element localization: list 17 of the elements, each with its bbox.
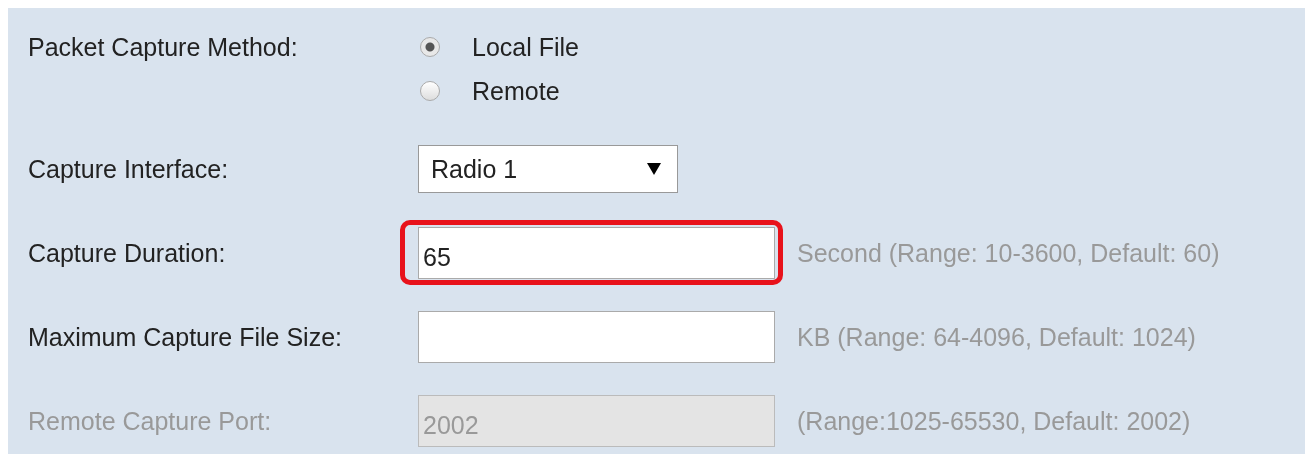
field-label: Remote Capture Port: <box>28 406 273 436</box>
field-label: Capture Interface: <box>28 154 230 184</box>
radio-label[interactable]: Remote <box>472 76 560 106</box>
caret-icon <box>647 163 661 175</box>
radio-button[interactable] <box>420 37 440 57</box>
radio-label[interactable]: Local File <box>472 32 579 62</box>
field-label: Capture Duration: <box>28 238 227 268</box>
radio-button[interactable] <box>420 81 440 101</box>
hint-text: (Range:1025-65530, Default: 2002) <box>797 406 1191 436</box>
field-label: Maximum Capture File Size: <box>28 322 343 352</box>
hint-text: Second (Range: 10-3600, Default: 60) <box>797 238 1220 268</box>
dropdown[interactable]: Radio 1 <box>418 145 678 193</box>
input-field[interactable]: 65 <box>418 227 775 279</box>
input-field[interactable] <box>418 311 775 363</box>
hint-text: KB (Range: 64-4096, Default: 1024) <box>797 322 1196 352</box>
dropdown-value: Radio 1 <box>431 154 518 184</box>
field-label: Packet Capture Method: <box>28 32 299 63</box>
